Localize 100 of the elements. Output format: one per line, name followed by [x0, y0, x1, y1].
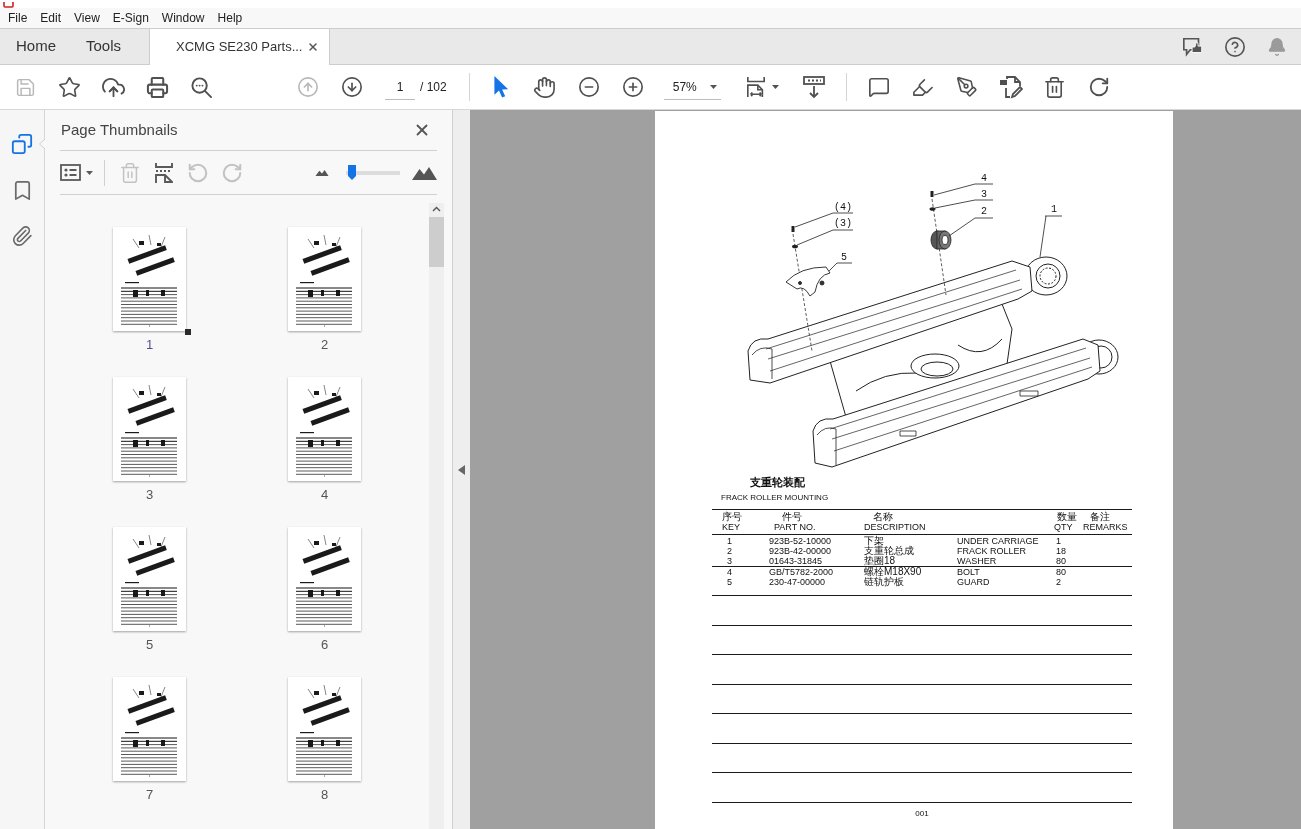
- table-cell-text: GB/T5782-2000: [768, 567, 834, 577]
- column-header: REMARKS: [1082, 522, 1128, 533]
- thumbnail-size-slider[interactable]: [346, 164, 400, 181]
- bolt-drawing: [791, 226, 795, 232]
- column-header: DESCRIPTION: [863, 522, 926, 533]
- guard-plate-drawing: [785, 266, 831, 297]
- table-cell-text: 80: [1055, 556, 1066, 566]
- vertical-scrollbar[interactable]: [429, 203, 444, 829]
- menu-item[interactable]: E-Sign: [112, 11, 149, 25]
- menu-item[interactable]: View: [74, 11, 100, 25]
- table-cell-text: 923B-52-10000: [768, 536, 832, 546]
- scrollbar-thumb[interactable]: [429, 217, 444, 267]
- table-cell-text: 2: [1055, 577, 1061, 587]
- table-cell-text: 3: [726, 556, 732, 566]
- collapse-arrow-icon: [458, 464, 465, 475]
- page-number-label: 4: [320, 488, 329, 502]
- table-cell-text: UNDER CARRIAGE: [956, 536, 1039, 546]
- table-cell-text: 螺栓M18X90: [863, 567, 922, 577]
- page-number-label: 3: [145, 488, 154, 502]
- document-tab[interactable]: XCMG SE230 Parts...: [149, 29, 331, 65]
- page-thumbnail[interactable]: [113, 677, 186, 781]
- column-header: 名称: [872, 511, 893, 522]
- large-mountain-icon: [412, 165, 437, 180]
- drawing-subtitle: FRACK ROLLER MOUNTING: [721, 493, 829, 503]
- small-mountain-icon: [315, 169, 329, 176]
- app-icon: [3, 2, 14, 8]
- corner-handle-icon[interactable]: [185, 329, 191, 335]
- close-icon: [307, 41, 320, 53]
- page-thumbnail[interactable]: [113, 227, 186, 331]
- page-thumbnail[interactable]: [288, 377, 361, 481]
- bell-icon: [1267, 36, 1287, 57]
- feedback-icon: [1182, 35, 1204, 58]
- menu-item[interactable]: Window: [161, 11, 205, 25]
- page-thumbnail[interactable]: [288, 527, 361, 631]
- table-cell-text: 1: [726, 536, 732, 546]
- page-number-label: 8: [320, 788, 329, 802]
- help-button[interactable]: [1224, 35, 1246, 58]
- menu-item[interactable]: Help: [217, 11, 243, 25]
- table-cell-text: 80: [1055, 567, 1066, 577]
- leader-line: [1039, 215, 1063, 258]
- page-thumbnail[interactable]: [113, 527, 186, 631]
- caret-icon: [709, 84, 717, 89]
- callout-number: 3: [981, 189, 987, 200]
- page-number-field[interactable]: 1: [385, 74, 415, 100]
- page-number-label: 2: [320, 338, 329, 352]
- page-thumbnail[interactable]: [288, 677, 361, 781]
- column-header: KEY: [721, 522, 740, 533]
- callout-number: 1: [1051, 204, 1057, 215]
- leader-line: [933, 183, 994, 196]
- column-header: 件号: [781, 511, 802, 522]
- table-cell-text: 支重轮总成: [863, 546, 914, 556]
- nav-tab[interactable]: Home: [0, 29, 70, 64]
- nav-tab[interactable]: Tools: [70, 29, 136, 64]
- callout-number: (4): [834, 202, 852, 213]
- page-number-label: 7: [145, 788, 154, 802]
- roller-drawing: [930, 230, 952, 250]
- page-footer-number: 001: [915, 808, 929, 819]
- table-cell-text: 2: [726, 546, 732, 556]
- page-thumbnail[interactable]: [113, 377, 186, 481]
- page-number-label: 6: [320, 638, 329, 652]
- callout-number: 5: [841, 252, 847, 263]
- callout-number: 2: [981, 206, 987, 217]
- page-count: / 102: [420, 79, 447, 96]
- leader-line: [828, 262, 853, 272]
- slider-thumb[interactable]: [348, 164, 357, 181]
- bolt-drawing: [930, 191, 934, 197]
- table-cell-text: BOLT: [956, 567, 980, 577]
- column-header: 数量: [1056, 511, 1077, 522]
- scroll-up-icon: [432, 206, 441, 212]
- washer-drawing: [929, 207, 936, 211]
- menu-item[interactable]: File: [8, 11, 28, 25]
- leader-line: [796, 229, 854, 246]
- table-cell-text: 5: [726, 577, 732, 587]
- table-cell-text: 230-47-00000: [768, 577, 826, 587]
- washer-drawing: [792, 244, 798, 249]
- caret-icon: [86, 170, 93, 175]
- table-cell-text: 18: [1055, 546, 1066, 556]
- table-cell-text: 4: [726, 567, 732, 577]
- drawing-title: 支重轮装配: [750, 476, 805, 488]
- table-cell-text: WASHER: [956, 556, 997, 566]
- table-cell-text: 垫圈18: [863, 556, 896, 566]
- page-thumbnail[interactable]: [288, 227, 361, 331]
- table-cell-text: 01643-31845: [768, 556, 823, 566]
- column-header: PART NO.: [773, 522, 816, 533]
- menu-item[interactable]: Edit: [40, 11, 62, 25]
- page-number-label: 1: [145, 338, 154, 352]
- table-cell-text: 1: [1055, 536, 1061, 546]
- page-number-label: 5: [145, 638, 154, 652]
- zoom-field[interactable]: 57%: [663, 74, 721, 100]
- panel-title: Page Thumbnails: [60, 119, 178, 140]
- callout-number: (3): [834, 218, 852, 229]
- callout-number: 4: [981, 173, 987, 184]
- column-header: 备注: [1089, 511, 1110, 522]
- caret-icon: [772, 85, 780, 89]
- table-cell-text: 下架: [863, 536, 884, 546]
- table-cell-text: 链轨护板: [863, 577, 904, 587]
- table-cell-text: FRACK ROLLER: [956, 546, 1027, 556]
- feedback-button[interactable]: [1182, 35, 1204, 58]
- table-cell-text: 923B-42-00000: [768, 546, 832, 556]
- help-icon: [1224, 35, 1246, 58]
